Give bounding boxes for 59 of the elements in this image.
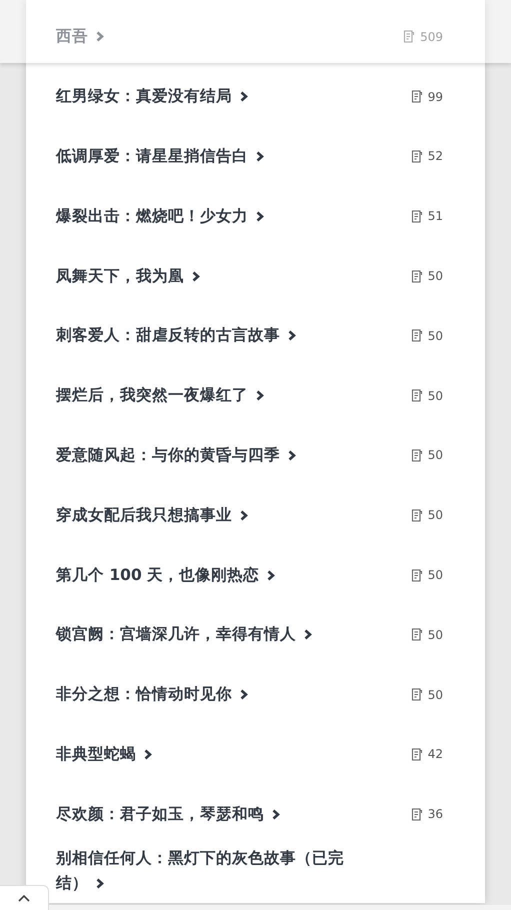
- chevron-icon: [272, 808, 280, 820]
- book-title[interactable]: 红男绿女：真爱没有结局: [56, 84, 248, 110]
- chevron-icon: [240, 510, 248, 521]
- document-icon: [410, 508, 423, 522]
- book-title[interactable]: 凤舞天下，我为凰: [56, 264, 200, 289]
- chapter-count: 99: [428, 90, 443, 104]
- chapter-count: 50: [428, 388, 443, 403]
- chevron-icon: [288, 450, 296, 461]
- chevron-icon: [144, 748, 152, 760]
- document-icon: [410, 90, 423, 104]
- chapter-count: 50: [428, 448, 443, 462]
- book-title[interactable]: 低调厚爱：请星星捎信告白: [56, 144, 264, 169]
- chevron-icon: [267, 570, 276, 581]
- book-title[interactable]: 穿成女配后我只想搞事业: [56, 502, 248, 528]
- book-title[interactable]: 别相信任何人：黑灯下的灰色故事（已完结）: [56, 846, 356, 896]
- chapter-count: 36: [428, 807, 443, 822]
- book-title[interactable]: 刺客爱人：甜虐反转的古言故事: [56, 323, 296, 348]
- document-icon: [410, 628, 423, 642]
- document-icon: [403, 30, 416, 44]
- chevron-icon: [240, 91, 248, 102]
- document-icon: [410, 150, 423, 163]
- scroll-up-button[interactable]: [0, 885, 49, 910]
- chevron-icon: [256, 210, 264, 222]
- book-title[interactable]: 非典型蛇蝎: [56, 742, 152, 767]
- book-title[interactable]: 锁宫阙：宫墙深几许，幸得有情人: [56, 622, 312, 648]
- book-title[interactable]: 摆烂后，我突然一夜爆红了: [56, 383, 264, 408]
- document-icon: [410, 210, 423, 223]
- chapter-count: 51: [428, 209, 443, 224]
- chapter-count: 50: [428, 688, 443, 702]
- chapter-count: 50: [428, 628, 443, 642]
- chevron-icon: [192, 270, 200, 282]
- document-icon: [410, 688, 423, 702]
- chevron-icon: [256, 390, 264, 402]
- chapter-count: 509: [420, 30, 443, 44]
- caret-up-icon: [18, 894, 30, 902]
- chapter-count: 50: [428, 508, 443, 522]
- book-title[interactable]: 爱意随风起：与你的黄昏与四季: [56, 442, 296, 468]
- chapter-count: 52: [428, 149, 443, 164]
- document-icon: [410, 808, 423, 821]
- document-icon: [410, 568, 423, 582]
- chevron-icon: [96, 878, 104, 890]
- book-title[interactable]: 第几个 100 天，也像刚热恋: [56, 562, 276, 588]
- chapter-count: 50: [428, 568, 443, 582]
- document-icon: [410, 329, 423, 342]
- document-icon: [410, 748, 423, 761]
- chevron-icon: [288, 330, 296, 342]
- document-icon: [410, 448, 423, 462]
- book-title[interactable]: 爆裂出击：燃烧吧！少女力: [56, 204, 264, 229]
- chapter-count: 42: [428, 747, 443, 762]
- chevron-icon: [304, 629, 312, 640]
- document-icon: [410, 389, 423, 402]
- chevron-icon: [256, 150, 264, 162]
- chapter-count: 50: [428, 269, 443, 284]
- book-title[interactable]: 非分之想：恰情动时见你: [56, 682, 248, 708]
- chevron-icon: [240, 689, 248, 700]
- document-icon: [410, 270, 423, 283]
- book-title[interactable]: 尽欢颜：君子如玉，琴瑟和鸣: [56, 802, 280, 827]
- chevron-icon: [96, 31, 104, 42]
- chapter-count: 50: [428, 328, 443, 343]
